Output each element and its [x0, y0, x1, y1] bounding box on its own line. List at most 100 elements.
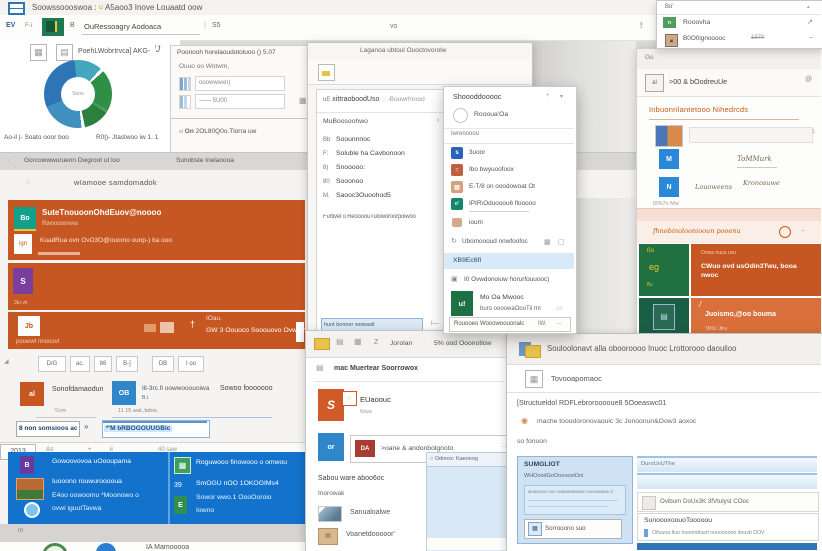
report-field-2[interactable]: —— 5U00 [195, 94, 285, 109]
editor-button-4[interactable]: DB [152, 356, 174, 372]
menu-bottom-input-value: hunt bonner wowaoil [324, 322, 374, 328]
toolbar-button-fi[interactable]: F-i [25, 23, 32, 29]
formula-input[interactable]: *'M bRBOGOUUGBic [102, 420, 210, 438]
popup-chevron-icon[interactable]: ▾ [560, 93, 563, 100]
signature-1-underline [737, 167, 777, 168]
folder-tool-icon[interactable] [318, 64, 335, 81]
menu-item-0[interactable]: BbSoounnnoc [323, 136, 370, 143]
popup-excel-item[interactable]: u! Mo Oa Mwooc buro oooowaOooTii rm ▭ [444, 289, 574, 317]
dropdown-close-icon[interactable]: – [809, 34, 813, 41]
explorer-row3[interactable]: Ovibum DoUx3K 3fVtulyst COoc [637, 492, 819, 512]
tile-green-1[interactable]: ßo eg ffu [639, 244, 689, 296]
share-title-row[interactable]: al >00 & bOodreuUe @ [637, 69, 821, 97]
popup-window-label: I0 Ovwdonoiuw horurfouuooc) [464, 276, 549, 283]
menu-header-faded: -Bouwrhrood [387, 96, 424, 103]
popup-window-row[interactable]: ▣ I0 Ovwdonoiuw horurfouuooc) [444, 273, 574, 288]
report-footer-icon: sl [179, 129, 183, 135]
dropdown-item-1[interactable]: n Rooovha ↗ [657, 14, 821, 31]
left-box-button-label: Sorrooono suo [545, 525, 586, 532]
explorer-row4-title: SunoooxoouoTooooou [644, 517, 712, 524]
menu-item-4[interactable]: M.Saooc3Ouoohod5 [323, 192, 391, 199]
share-footer-text[interactable]: fhnobinolooniooun pooenu [653, 227, 741, 235]
editor-button-0[interactable]: D/G [38, 356, 66, 372]
menu-item-1[interactable]: F:Soluble ha Cavbonoon [323, 150, 405, 157]
toolbar-button-s5[interactable]: S5 [212, 22, 221, 29]
popup-page-view-icon[interactable]: ▢ [558, 238, 565, 246]
report-field-1[interactable]: ooowwwxn) [195, 76, 285, 91]
share-thin-bar[interactable]: Go [637, 49, 821, 70]
explorer-bar-2[interactable] [637, 473, 817, 489]
doc-titlebar-grid2-icon[interactable]: ▦ [354, 337, 362, 346]
popup-plus-icon[interactable]: + [546, 93, 550, 99]
explorer-bar-1-label: DuroUvUThe [641, 461, 675, 467]
explorer-grid-icon: ▦ [525, 370, 543, 388]
doc-title: Jorolan [390, 340, 412, 347]
popup-selected-row[interactable]: XB9Ec6fl [444, 253, 574, 269]
doc-titlebar-grid-icon[interactable]: ▤ [336, 337, 344, 346]
editor-button-5[interactable]: I oo [178, 356, 204, 372]
blue-info-panel[interactable]: B Gowoovovoa uOooupama Iuooono rouwurooo… [8, 452, 305, 524]
popup-app-item-0[interactable]: s 3uoor [444, 145, 574, 162]
menu-item-3[interactable]: 80Sooonoo [323, 178, 363, 185]
editor-button-3[interactable]: B-] [116, 356, 138, 372]
editor-button-1[interactable]: ac. [70, 356, 90, 372]
toolbar-button-ev[interactable]: EV [6, 22, 15, 29]
teal-app-icon[interactable] [42, 18, 64, 36]
blue-round-icon[interactable] [96, 543, 116, 551]
left-box-inner: wuwoooo ooo oowwwwwww oooowwww d [524, 485, 626, 515]
popup-app-icon-2: ▤ [451, 181, 463, 193]
address-combo[interactable]: OuRessoagry Aodoaca [82, 19, 200, 35]
doc-item1-label[interactable]: EUaoouc [360, 395, 391, 404]
toolbar-button-b[interactable]: B [70, 22, 75, 29]
share-gear-icon[interactable]: @ [805, 76, 812, 83]
explorer-row4[interactable]: SunoooxoouoTooooou Oifuuna fiuo Inoomdnu… [637, 513, 819, 541]
share-arrow-icon[interactable]: ↗ [807, 18, 813, 26]
popup-app-item-3[interactable]: o' IPIR\Oduooou6 flooooo [444, 196, 574, 213]
editor-button-2[interactable]: 86 [94, 356, 112, 372]
popup-sync-row[interactable]: ↻ Ubomoooud nnwfoofoc ▦ ▢ [444, 235, 574, 251]
popup-bottom-row[interactable]: Rouooeo Wooowoouonalc IW. ... [449, 317, 571, 332]
popup-app-icon-4 [452, 218, 462, 227]
banner-1[interactable]: Bo SuteTnouoonOhdEuov@noooo Rwooooovwa i… [8, 200, 305, 260]
report-footer-row[interactable]: sl On 2OL80Q0o.Tlorra uw [179, 128, 256, 135]
left-box-button[interactable]: ▦ Sorrooono suo [524, 519, 622, 539]
photo-thumb-icon [16, 478, 44, 500]
share-footer-circle-icon[interactable] [779, 226, 791, 238]
left-box-subtitle: WHOoodGoOooooeiOoi [524, 473, 583, 479]
menu-arrow-left-icon[interactable]: ‹ [437, 117, 439, 124]
menu-panel-header: uE xittraoboodUso ◌ -Bouwrhrood [323, 96, 425, 103]
report-header: Poonooh horelaoudotoluoo () 5.07 [177, 49, 276, 56]
dropdown-item-2[interactable]: ▣ B0O0ignooooc 1970 – [657, 31, 821, 48]
popup-app-item-4[interactable]: ioum [444, 216, 574, 230]
tile-orange-2-sub: 'WIU Jiru [705, 326, 727, 332]
report-grid-icon[interactable]: ▦ [299, 96, 307, 105]
popup-app-item-2[interactable]: ▤ E-T/8 on ooodowoat Ot [444, 179, 574, 196]
toolbar-separator: | [204, 20, 206, 29]
explorer-row1[interactable]: ▦ Tovooapomaoc [507, 364, 821, 393]
menu-window-title[interactable]: Laganoa ubtoul Ouoctovorolw [360, 47, 446, 54]
banner-2[interactable]: S 3tu vk [8, 263, 305, 310]
share-name-bar[interactable] [689, 127, 813, 143]
banner-3[interactable]: Jb † IOau. GW 3 Oouoco Sooouovo Ovwum po… [8, 312, 305, 349]
blue-panel-badge: 39 [174, 482, 182, 489]
menu-item-2[interactable]: 8)Snooooo: [323, 164, 365, 171]
chart-toolbar-icon-1[interactable]: ▦ [30, 44, 47, 61]
lightblue-header[interactable]: ○ Odreox: Kaeoeog [427, 453, 507, 467]
popup-account-row[interactable]: Roooua'Oa [444, 104, 574, 129]
doc-item3-label[interactable]: Sanualoalwe [350, 509, 390, 516]
doc-titlebar[interactable]: ▤ ▦ Z Jorolan 5% ood Ooonotlow [306, 331, 530, 358]
doc-item2-icon: or [318, 433, 344, 461]
menu-item-2-label: Snooooo: [336, 164, 365, 171]
tile-orange-1[interactable]: Oowa nuuu uvu CWuo ovd usOdin3Twu, booa … [691, 244, 821, 296]
dropdown-header-row[interactable]: Bo' ▴ [657, 1, 821, 15]
explorer-titlebar[interactable]: Souloolonavt alla obooroooo Inuoc Lrotto… [507, 334, 821, 365]
popup-grid-view-icon[interactable]: ▦ [544, 238, 551, 246]
share-app-tile-2[interactable]: N [659, 177, 679, 197]
doc-item4-label[interactable]: Voanetdooooor' [346, 531, 395, 538]
explorer-bar-1[interactable]: DuroUvUThe [637, 456, 817, 472]
popup-app-item-1[interactable]: :: Ibo bwyuoofoox [444, 162, 574, 179]
share-app-tile-1[interactable]: M [659, 149, 679, 169]
search-input[interactable]: 8 non somsioos ac [16, 421, 80, 437]
chart-toolbar-icon-2[interactable]: ▤ [56, 44, 73, 61]
popup-excel-line1: Mo Oa Mwooc [480, 294, 524, 301]
